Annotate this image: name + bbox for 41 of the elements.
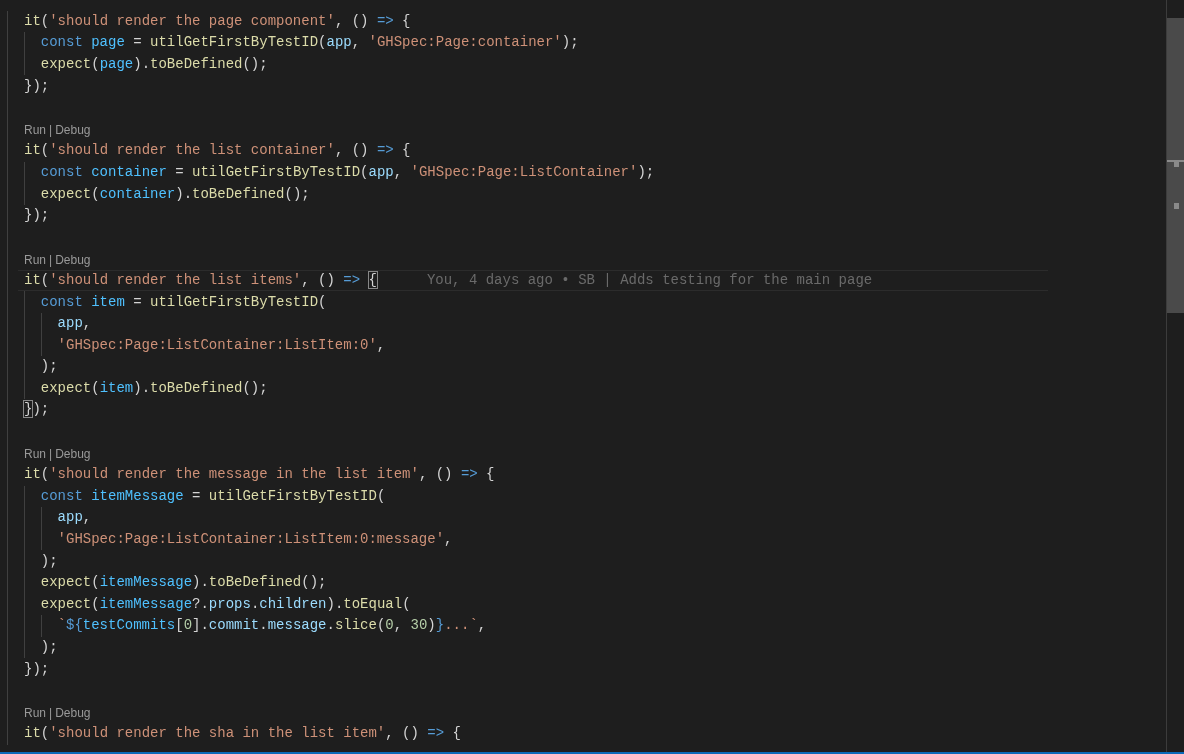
code-line: expect(itemMessage).toBeDefined(); bbox=[40, 573, 327, 593]
scrollbar-thumb[interactable] bbox=[1167, 18, 1184, 313]
separator-text: | bbox=[48, 445, 54, 463]
code-line: app, bbox=[57, 314, 92, 334]
code-line: ); bbox=[40, 357, 58, 377]
separator-text: | bbox=[48, 705, 54, 723]
code-line: it('should render the list container', () => { bbox=[24, 141, 411, 161]
codelens-link[interactable]: Run bbox=[24, 121, 46, 140]
codelens-link[interactable]: Debug bbox=[55, 121, 91, 140]
codelens-link[interactable]: Run bbox=[24, 444, 46, 463]
codelens-link[interactable]: Debug bbox=[55, 704, 91, 723]
code-line: const container = utilGetFirstByTestID(app, 'GHSpec:Page:ListContainer'); bbox=[40, 162, 655, 182]
code-line: }); bbox=[24, 659, 50, 679]
codelens-link[interactable]: Debug bbox=[55, 250, 91, 269]
codelens-link[interactable]: Debug bbox=[55, 444, 91, 463]
code-line: const page = utilGetFirstByTestID(app, 'GHSpec:Page:container'); bbox=[40, 33, 579, 53]
code-line: 'GHSpec:Page:ListContainer:ListItem:0:message', bbox=[57, 530, 453, 550]
code-line: ); bbox=[40, 638, 58, 657]
separator-text: | bbox=[48, 251, 54, 269]
code-line: const item = utilGetFirstByTestID( bbox=[40, 292, 327, 312]
code-line: it('should render the page component', () => { bbox=[24, 11, 411, 31]
code-line: `${testCommits[0].commit.message.slice(0, 30)}...`, bbox=[57, 616, 487, 636]
code-line: expect(page).toBeDefined(); bbox=[40, 55, 268, 74]
codelens-link[interactable]: Run bbox=[24, 250, 46, 269]
code-line: ); bbox=[40, 551, 58, 571]
blame-annotation: You, 4 days ago • SB | Adds testing for the main page bbox=[426, 270, 873, 290]
code-line: expect(container).toBeDefined(); bbox=[40, 184, 310, 204]
code-line: it('should render the message in the list item', () => { bbox=[24, 465, 495, 485]
code-line: const itemMessage = utilGetFirstByTestID( bbox=[40, 486, 386, 506]
code-line: it('should render the list items', () => { bbox=[24, 270, 377, 290]
code-line: }); bbox=[24, 76, 50, 96]
codelens-link[interactable]: Run bbox=[24, 704, 46, 723]
overview-marker bbox=[1174, 203, 1179, 209]
code-line: expect(itemMessage?.props.children).toEqual( bbox=[40, 594, 411, 614]
code-line: }); bbox=[24, 400, 50, 420]
separator-text: | bbox=[48, 122, 54, 140]
code-line: }); bbox=[24, 206, 50, 226]
code-line: it('should render the sha in the list item', () => { bbox=[24, 724, 461, 744]
code-line: 'GHSpec:Page:ListContainer:ListItem:0', bbox=[57, 335, 386, 355]
code-line: app, bbox=[57, 508, 92, 528]
code-line: expect(item).toBeDefined(); bbox=[40, 378, 268, 398]
